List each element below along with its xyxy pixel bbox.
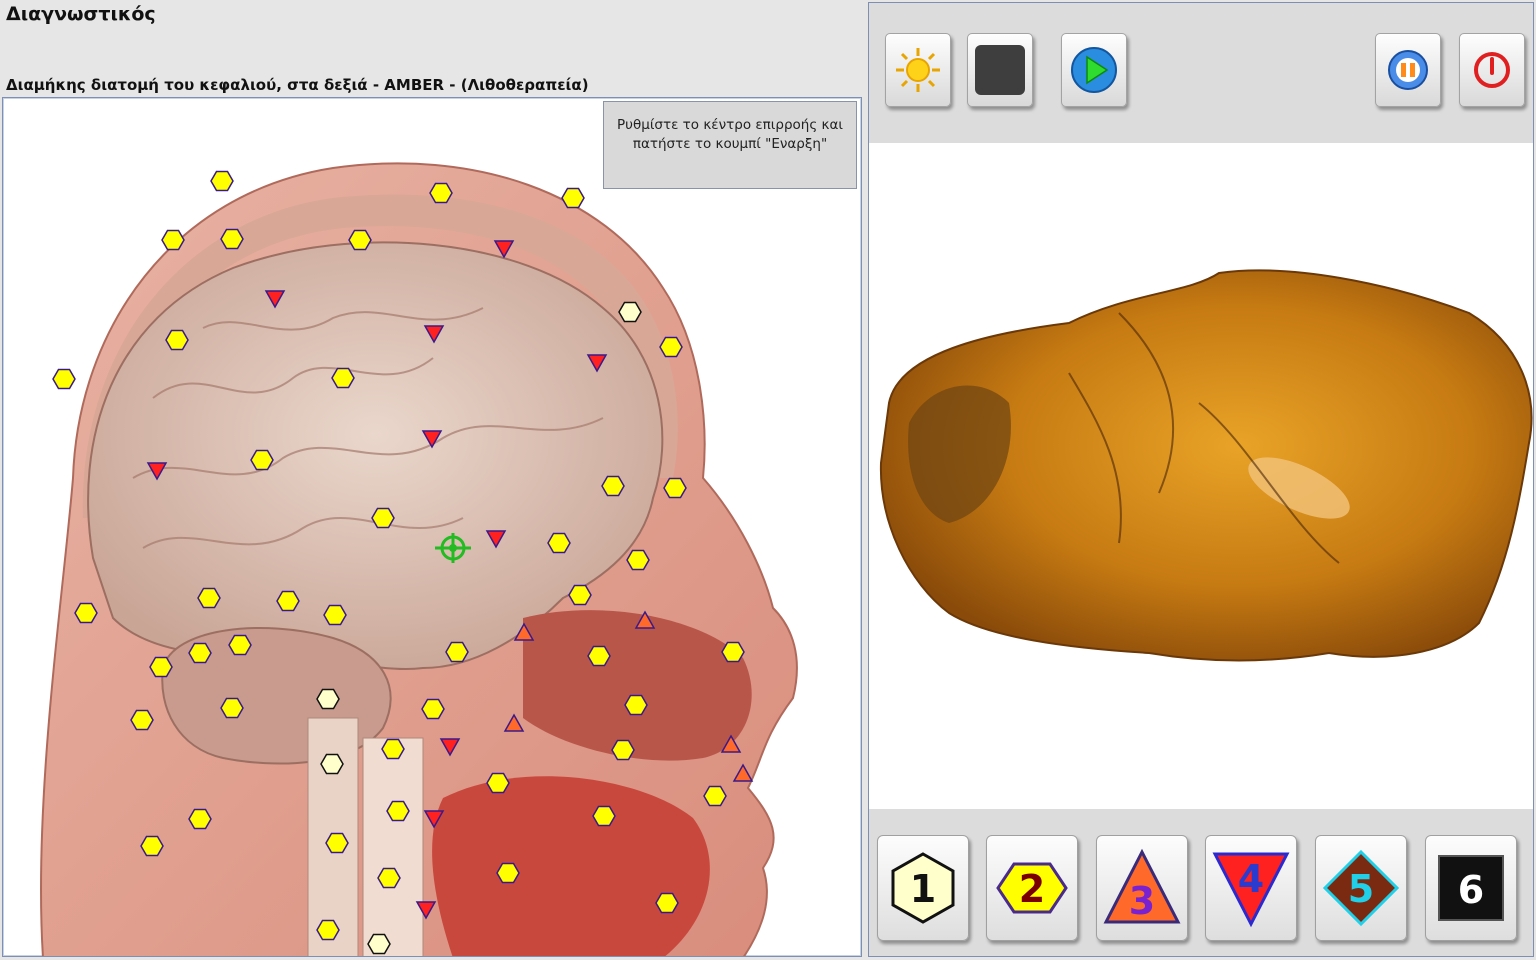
marker-type-2[interactable] <box>547 532 571 554</box>
marker-type-2-button[interactable]: 2 <box>986 835 1078 941</box>
marker-type-2[interactable] <box>276 590 300 612</box>
marker-type-3-button[interactable]: 3 <box>1096 835 1188 941</box>
marker-type-2[interactable] <box>348 229 372 251</box>
marker-type-bar: 1 2 3 4 5 6 <box>869 809 1533 956</box>
marker-type-2[interactable] <box>624 694 648 716</box>
marker-type-6-button[interactable]: 6 <box>1425 835 1517 941</box>
marker-type-2[interactable] <box>210 170 234 192</box>
tongue <box>432 776 710 956</box>
marker-type-1-button[interactable]: 1 <box>877 835 969 941</box>
marker-type-2[interactable] <box>165 329 189 351</box>
square-6-icon: 6 <box>1438 855 1504 921</box>
marker-type-2[interactable] <box>611 739 635 761</box>
marker-type-1[interactable] <box>618 301 642 323</box>
moon-icon <box>975 45 1025 95</box>
marker-type-2[interactable] <box>655 892 679 914</box>
marker-type-1[interactable] <box>316 688 340 710</box>
marker-type-2[interactable] <box>316 919 340 941</box>
pause-icon <box>1388 50 1428 90</box>
svg-text:1: 1 <box>910 867 936 911</box>
amber-stone <box>879 269 1533 662</box>
play-icon <box>1071 47 1117 93</box>
start-button[interactable] <box>1061 33 1127 107</box>
svg-text:6: 6 <box>1458 868 1484 912</box>
marker-type-2[interactable] <box>445 641 469 663</box>
marker-type-2[interactable] <box>228 634 252 656</box>
hint-message: Ρυθμίστε το κέντρο επιρροής και πατήστε … <box>603 101 857 189</box>
right-panel: 1 2 3 4 5 6 <box>868 2 1534 957</box>
marker-type-2[interactable] <box>74 602 98 624</box>
marker-type-2[interactable] <box>161 229 185 251</box>
hexagon-2-icon: 2 <box>996 862 1068 914</box>
marker-type-2[interactable] <box>130 709 154 731</box>
marker-type-2[interactable] <box>703 785 727 807</box>
marker-type-2[interactable] <box>250 449 274 471</box>
marker-type-2[interactable] <box>371 507 395 529</box>
marker-type-2[interactable] <box>626 549 650 571</box>
toolbar <box>869 3 1533 143</box>
marker-type-2[interactable] <box>188 808 212 830</box>
marker-type-2[interactable] <box>381 738 405 760</box>
hexagon-1-icon: 1 <box>891 852 955 924</box>
marker-type-2[interactable] <box>721 641 745 663</box>
night-mode-button[interactable] <box>967 33 1033 107</box>
sun-icon <box>896 48 940 92</box>
marker-type-2[interactable] <box>496 862 520 884</box>
marker-type-2[interactable] <box>188 642 212 664</box>
marker-type-2[interactable] <box>331 367 355 389</box>
view-title: Διαμήκης διατομή του κεφαλιού, στα δεξιά… <box>6 76 589 94</box>
amber-stone-image <box>869 143 1533 809</box>
marker-type-2[interactable] <box>421 698 445 720</box>
pause-button[interactable] <box>1375 33 1441 107</box>
marker-type-4-button[interactable]: 4 <box>1205 835 1297 941</box>
marker-type-2[interactable] <box>323 604 347 626</box>
marker-type-2[interactable] <box>197 587 221 609</box>
marker-type-2[interactable] <box>663 477 687 499</box>
svg-text:3: 3 <box>1129 879 1155 923</box>
marker-type-2[interactable] <box>386 800 410 822</box>
triangle-down-4-icon: 4 <box>1212 852 1290 928</box>
anatomy-panel[interactable]: Ρυθμίστε το κέντρο επιρροής και πατήστε … <box>2 97 862 957</box>
svg-text:4: 4 <box>1238 857 1264 901</box>
marker-type-2[interactable] <box>377 867 401 889</box>
vertebrae <box>362 737 424 956</box>
marker-type-2[interactable] <box>601 475 625 497</box>
marker-type-2[interactable] <box>486 772 510 794</box>
marker-type-2[interactable] <box>592 805 616 827</box>
head-cross-section-image[interactable] <box>3 98 861 956</box>
marker-type-2[interactable] <box>561 187 585 209</box>
marker-type-1[interactable] <box>320 753 344 775</box>
diamond-5-icon: 5 <box>1322 849 1400 927</box>
marker-type-2[interactable] <box>149 656 173 678</box>
marker-type-2[interactable] <box>568 584 592 606</box>
power-icon <box>1474 52 1510 88</box>
power-button[interactable] <box>1459 33 1525 107</box>
marker-type-2[interactable] <box>429 182 453 204</box>
day-mode-button[interactable] <box>885 33 951 107</box>
marker-type-2[interactable] <box>220 228 244 250</box>
marker-type-2[interactable] <box>52 368 76 390</box>
marker-type-5-button[interactable]: 5 <box>1315 835 1407 941</box>
app-title: Διαγνωστικός <box>6 3 156 25</box>
triangle-up-3-icon: 3 <box>1103 848 1181 924</box>
marker-type-2[interactable] <box>220 697 244 719</box>
svg-text:2: 2 <box>1019 867 1045 911</box>
svg-text:5: 5 <box>1348 867 1374 911</box>
marker-type-2[interactable] <box>325 832 349 854</box>
marker-type-2[interactable] <box>140 835 164 857</box>
marker-type-2[interactable] <box>659 336 683 358</box>
marker-type-1[interactable] <box>367 933 391 955</box>
marker-type-2[interactable] <box>587 645 611 667</box>
